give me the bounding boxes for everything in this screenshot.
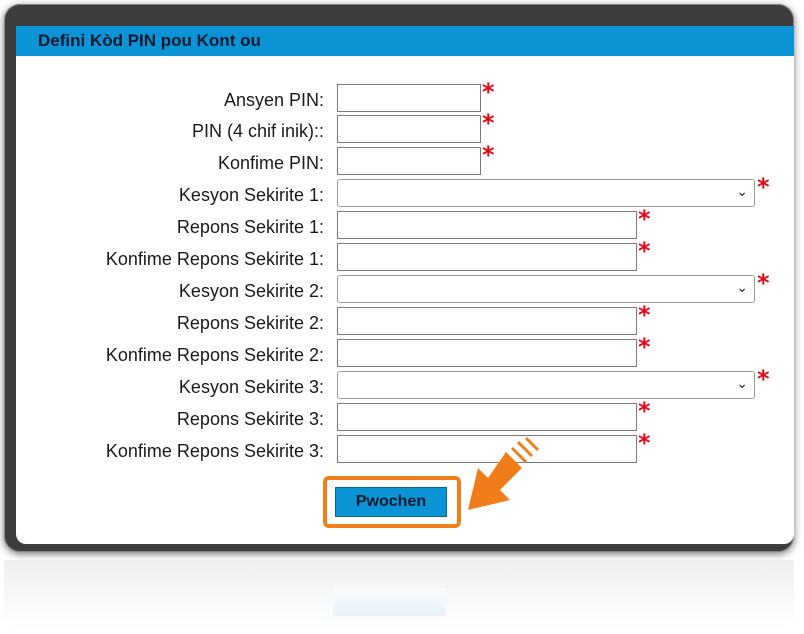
confirm-answer-2-label: Konfime Repons Sekirite 2: <box>105 345 324 365</box>
security-answer-2-label: Repons Sekirite 2: <box>176 313 324 333</box>
required-marker: * <box>638 397 651 425</box>
new-pin-input[interactable] <box>337 115 481 143</box>
required-marker: * <box>638 333 651 361</box>
required-marker: * <box>482 78 495 106</box>
required-marker: * <box>638 237 651 265</box>
required-marker: * <box>757 365 770 393</box>
dialog-title: Defini Kòd PIN pou Kont ou <box>16 26 794 56</box>
form-row-question-2: Kesyon Sekirite 2: ⌄ * <box>16 269 794 304</box>
chevron-down-icon: ⌄ <box>736 184 748 200</box>
security-answer-3-input[interactable] <box>337 403 637 431</box>
form-row-confirm-answer-1: Konfime Repons Sekirite 1: * <box>16 237 794 272</box>
button-reflection <box>333 588 445 616</box>
form-row-answer-3: Repons Sekirite 3: * <box>16 397 794 432</box>
security-question-1-label: Kesyon Sekirite 1: <box>178 185 324 205</box>
form-row-confirm-answer-2: Konfime Repons Sekirite 2: * <box>16 333 794 368</box>
confirm-answer-3-label: Konfime Repons Sekirite 3: <box>105 441 324 461</box>
security-question-1-select[interactable]: ⌄ <box>337 179 755 207</box>
security-question-2-select[interactable]: ⌄ <box>337 275 755 303</box>
security-answer-2-input[interactable] <box>337 307 637 335</box>
form-row-confirm-answer-3: Konfime Repons Sekirite 3: * <box>16 429 794 464</box>
security-answer-3-label: Repons Sekirite 3: <box>176 409 324 429</box>
old-pin-input[interactable] <box>337 84 481 112</box>
required-marker: * <box>638 301 651 329</box>
security-question-3-select[interactable]: ⌄ <box>337 371 755 399</box>
chevron-down-icon: ⌄ <box>736 280 748 296</box>
form-row-confirm-pin: Konfime PIN: * <box>16 141 794 176</box>
required-marker: * <box>757 269 770 297</box>
confirm-answer-2-input[interactable] <box>337 339 637 367</box>
confirm-answer-1-label: Konfime Repons Sekirite 1: <box>105 249 324 269</box>
required-marker: * <box>638 429 651 457</box>
security-question-2-label: Kesyon Sekirite 2: <box>178 281 324 301</box>
form-row-old-pin: Ansyen PIN: * <box>16 78 794 113</box>
form-row-answer-1: Repons Sekirite 1: * <box>16 205 794 240</box>
required-marker: * <box>757 173 770 201</box>
required-marker: * <box>638 205 651 233</box>
form-row-question-1: Kesyon Sekirite 1: ⌄ * <box>16 173 794 208</box>
security-answer-1-input[interactable] <box>337 211 637 239</box>
required-marker: * <box>482 109 495 137</box>
submit-highlight-box: Pwochen <box>323 476 461 528</box>
confirm-answer-1-input[interactable] <box>337 243 637 271</box>
confirm-pin-label: Konfime PIN: <box>217 153 324 173</box>
dialog-panel: Defini Kòd PIN pou Kont ou Ansyen PIN: *… <box>16 26 794 544</box>
confirm-pin-input[interactable] <box>337 147 481 175</box>
required-marker: * <box>482 141 495 169</box>
security-answer-1-label: Repons Sekirite 1: <box>176 217 324 237</box>
callout-arrow-icon <box>468 436 540 510</box>
old-pin-label: Ansyen PIN: <box>223 90 324 110</box>
dialog-frame: Defini Kòd PIN pou Kont ou Ansyen PIN: *… <box>4 4 794 552</box>
form-row-answer-2: Repons Sekirite 2: * <box>16 301 794 336</box>
security-question-3-label: Kesyon Sekirite 3: <box>178 377 324 397</box>
form-row-new-pin: PIN (4 chif inik):: * <box>16 109 794 144</box>
new-pin-label: PIN (4 chif inik):: <box>191 121 324 141</box>
next-button[interactable]: Pwochen <box>335 487 447 517</box>
chevron-down-icon: ⌄ <box>736 376 748 392</box>
form-row-question-3: Kesyon Sekirite 3: ⌄ * <box>16 365 794 400</box>
